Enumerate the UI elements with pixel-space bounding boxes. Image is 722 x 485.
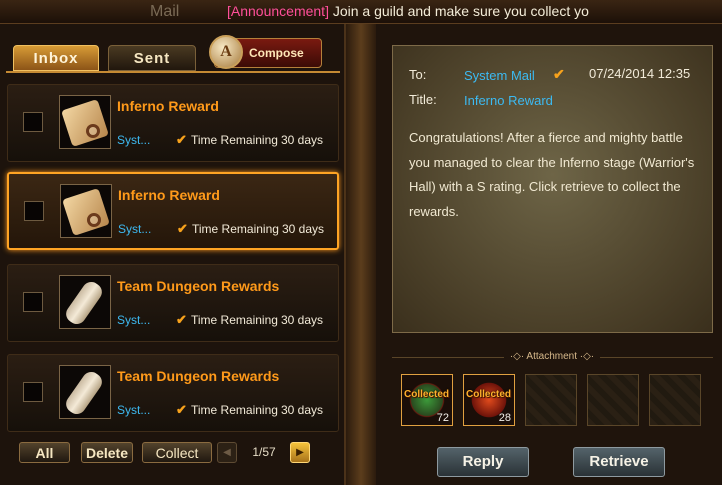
select-all-button[interactable]: All <box>19 442 70 463</box>
mail-body: Congratulations! After a fierce and migh… <box>409 130 695 219</box>
retrieve-button[interactable]: Retrieve <box>573 447 665 477</box>
mail-subject: Inferno Reward <box>464 93 553 108</box>
tab-inbox[interactable]: Inbox <box>13 45 99 71</box>
mail-date: 07/24/2014 12:35 <box>589 66 691 81</box>
quill-letter-icon: A <box>209 35 243 69</box>
tab-sent[interactable]: Sent <box>108 45 196 71</box>
letter-parchment: To: System Mail ✔ 07/24/2014 12:35 Title… <box>392 45 713 333</box>
mail-sender: Syst... <box>117 403 151 417</box>
scroll-magnifier-icon <box>60 184 112 238</box>
mail-sender: Syst... <box>117 133 151 147</box>
check-icon: ✔ <box>176 402 187 417</box>
window-title: Mail <box>150 3 180 20</box>
to-label: To: <box>409 67 427 82</box>
time-remaining-label: Time Remaining <box>192 222 279 236</box>
mail-checkbox[interactable] <box>24 201 44 221</box>
time-remaining-label: Time Remaining <box>191 313 278 327</box>
title-label: Title: <box>409 92 437 107</box>
compose-label: Compose <box>249 46 304 60</box>
attachment-slot[interactable]: Collected 28 <box>463 374 515 426</box>
mail-item-selected[interactable]: Inferno Reward Syst... ✔ Time Remaining … <box>7 172 339 250</box>
recipient: System Mail <box>464 68 535 83</box>
mail-title: Inferno Reward <box>118 187 220 203</box>
attachment-label: ·◇· Attachment ·◇· <box>504 351 600 362</box>
collected-status: Collected <box>404 389 450 400</box>
time-remaining-label: Time Remaining <box>191 133 278 147</box>
page-indicator: 1/57 <box>252 445 276 459</box>
attachment-slot-empty <box>649 374 701 426</box>
item-count: 72 <box>436 412 449 424</box>
announcement-tag: [Announcement] <box>227 3 329 19</box>
mail-checkbox[interactable] <box>23 292 43 312</box>
rolled-scroll-icon <box>59 275 111 329</box>
prev-page-button[interactable]: ◀ <box>217 442 237 463</box>
mail-checkbox[interactable] <box>23 382 43 402</box>
mail-checkbox[interactable] <box>23 112 43 132</box>
item-count: 28 <box>498 412 511 424</box>
rolled-scroll-icon <box>59 365 111 419</box>
mail-item[interactable]: Inferno Reward Syst... ✔ Time Remaining … <box>7 84 339 162</box>
mail-item[interactable]: Team Dungeon Rewards Syst... ✔ Time Rema… <box>7 354 339 432</box>
check-icon: ✔ <box>176 132 187 147</box>
mail-list-panel: Inbox Sent A Compose Inferno Reward Syst… <box>0 24 346 485</box>
collected-status: Collected <box>466 389 512 400</box>
check-icon: ✔ <box>553 66 565 82</box>
announcement-ticker: [Announcement] Join a guild and make sur… <box>227 3 589 19</box>
mail-title: Inferno Reward <box>117 98 219 114</box>
panel-divider <box>346 24 376 485</box>
mail-sender: Syst... <box>117 313 151 327</box>
attachment-slot[interactable]: Collected 72 <box>401 374 453 426</box>
attachment-slot-empty <box>525 374 577 426</box>
time-remaining-value: 30 days <box>281 313 324 327</box>
scroll-magnifier-icon <box>59 95 111 149</box>
time-remaining-value: 30 days <box>282 222 325 236</box>
check-icon: ✔ <box>176 312 187 327</box>
tab-divider <box>6 71 340 73</box>
reply-button[interactable]: Reply <box>437 447 529 477</box>
check-icon: ✔ <box>177 221 188 236</box>
time-remaining-value: 30 days <box>281 403 324 417</box>
mail-item[interactable]: Team Dungeon Rewards Syst... ✔ Time Rema… <box>7 264 339 342</box>
time-remaining-value: 30 days <box>281 133 324 147</box>
collect-button[interactable]: Collect <box>142 442 212 463</box>
time-remaining-label: Time Remaining <box>191 403 278 417</box>
mail-title: Team Dungeon Rewards <box>117 278 280 294</box>
mail-sender: Syst... <box>118 222 152 236</box>
attachment-slot-empty <box>587 374 639 426</box>
announcement-text: Join a guild and make sure you collect y… <box>328 3 589 19</box>
delete-button[interactable]: Delete <box>81 442 133 463</box>
next-page-button[interactable]: ▶ <box>290 442 310 463</box>
compose-button[interactable]: A Compose <box>209 35 322 69</box>
mail-title: Team Dungeon Rewards <box>117 368 280 384</box>
